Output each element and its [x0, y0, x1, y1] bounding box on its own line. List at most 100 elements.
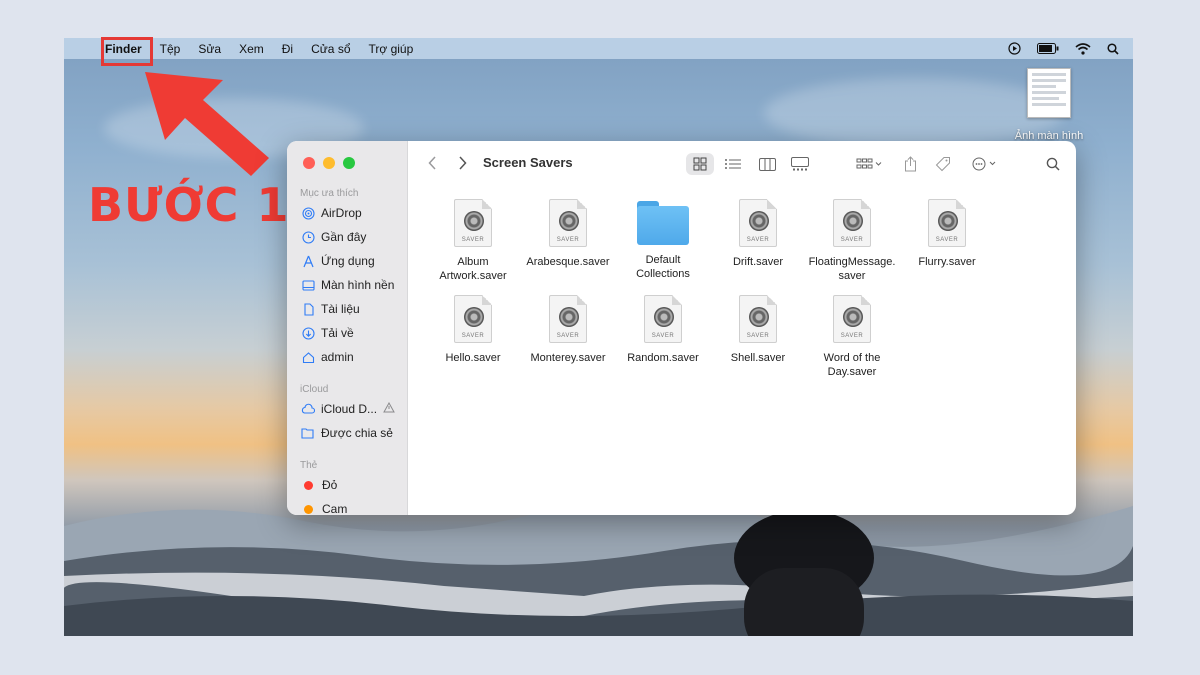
- search-icon[interactable]: [1042, 153, 1064, 175]
- play-icon[interactable]: [1008, 42, 1021, 55]
- file-item[interactable]: SAVER Hello.saver: [425, 295, 521, 365]
- status-icons: [1008, 42, 1133, 55]
- cloud-icon: [301, 402, 315, 416]
- gallery-view-button[interactable]: [788, 153, 812, 175]
- finder-toolbar: Screen Savers: [408, 141, 1076, 185]
- icon-view-button[interactable]: [686, 153, 714, 175]
- menu-go[interactable]: Đi: [273, 42, 302, 56]
- sidebar-item-label: Ứng dụng: [321, 254, 375, 268]
- finder-content: Screen Savers SAVER Album Artwork.saver …: [408, 141, 1076, 515]
- sidebar-item-label: Tải về: [321, 326, 354, 340]
- sidebar-tag-red[interactable]: Đỏ: [301, 478, 337, 492]
- file-item[interactable]: SAVER FloatingMessage. saver: [804, 199, 900, 283]
- sidebar-item-applications[interactable]: Ứng dụng: [301, 254, 375, 268]
- file-item[interactable]: SAVER Album Artwork.saver: [425, 199, 521, 283]
- file-item[interactable]: SAVER Arabesque.saver: [520, 199, 616, 269]
- file-name: FloatingMessage. saver: [808, 256, 896, 282]
- saver-file-icon: SAVER: [739, 295, 777, 343]
- saver-file-icon: SAVER: [833, 295, 871, 343]
- folder-icon: [637, 201, 689, 245]
- sidebar-item-shared[interactable]: Được chia sẻ: [301, 426, 393, 440]
- file-name: Monterey.saver: [530, 352, 606, 364]
- icloud-section-title: iCloud: [300, 384, 329, 395]
- zoom-button[interactable]: [343, 157, 355, 169]
- orange-tag-icon: [304, 504, 313, 514]
- sidebar-item-label: Tài liệu: [321, 302, 360, 316]
- finder-sidebar: Mục ưa thích AirDrop Gần đây Ứng dụng Mà…: [287, 141, 408, 515]
- sidebar-item-recents[interactable]: Gần đây: [301, 230, 366, 244]
- saver-file-icon: SAVER: [549, 295, 587, 343]
- sidebar-item-label: iCloud D...: [321, 402, 378, 416]
- menu-window[interactable]: Cửa sổ: [302, 42, 359, 56]
- saver-file-icon: SAVER: [644, 295, 682, 343]
- file-item[interactable]: SAVER Word of the Day.saver: [804, 295, 900, 379]
- sidebar-item-label: Đỏ: [322, 478, 338, 492]
- clock-icon: [301, 230, 315, 244]
- file-name: Album Artwork.saver: [439, 256, 507, 282]
- file-item[interactable]: SAVER Flurry.saver: [899, 199, 995, 269]
- window-controls: [303, 157, 355, 169]
- sidebar-item-desktop[interactable]: Màn hình nền: [301, 278, 394, 292]
- red-tag-icon: [304, 480, 313, 490]
- menu-view[interactable]: Xem: [230, 42, 273, 56]
- shared-folder-icon: [301, 426, 315, 440]
- desktop-file-icon[interactable]: Ảnh màn hình: [994, 68, 1104, 142]
- tags-section-title: Thẻ: [300, 460, 318, 471]
- saver-file-icon: SAVER: [739, 199, 777, 247]
- sidebar-item-downloads[interactable]: Tải về: [301, 326, 354, 340]
- favorites-section-title: Mục ưa thích: [300, 188, 359, 199]
- file-name: Flurry.saver: [918, 256, 976, 268]
- back-button[interactable]: [424, 153, 440, 173]
- share-icon[interactable]: [900, 153, 920, 175]
- person-silhouette: [734, 510, 874, 636]
- battery-icon[interactable]: [1037, 43, 1059, 54]
- wifi-icon[interactable]: [1075, 42, 1091, 55]
- list-view-button[interactable]: [722, 153, 744, 175]
- file-name: Arabesque.saver: [526, 256, 610, 268]
- file-name: Random.saver: [627, 352, 699, 364]
- sidebar-tag-orange[interactable]: Cam: [301, 502, 347, 515]
- minimize-button[interactable]: [323, 157, 335, 169]
- forward-button[interactable]: [454, 153, 470, 173]
- more-actions-button[interactable]: [970, 153, 1002, 175]
- menu-help[interactable]: Trợ giúp: [360, 42, 423, 56]
- file-name: Shell.saver: [730, 352, 786, 364]
- saver-file-icon: SAVER: [928, 199, 966, 247]
- saver-file-icon: SAVER: [833, 199, 871, 247]
- sidebar-item-label: Gần đây: [321, 230, 367, 244]
- group-by-button[interactable]: [852, 153, 886, 175]
- column-view-button[interactable]: [756, 153, 778, 175]
- step-label: BƯỚC 1: [88, 178, 290, 232]
- finder-window: Mục ưa thích AirDrop Gần đây Ứng dụng Mà…: [287, 141, 1076, 515]
- sidebar-item-label: Màn hình nền: [321, 278, 395, 292]
- menu-edit[interactable]: Sửa: [189, 42, 230, 56]
- spotlight-search-icon[interactable]: [1107, 42, 1119, 55]
- file-name: Drift.saver: [732, 256, 784, 268]
- window-title: Screen Savers: [483, 155, 573, 170]
- screenshot-thumbnail: [1027, 68, 1071, 118]
- saver-file-icon: SAVER: [454, 199, 492, 247]
- file-item[interactable]: Default Collections: [615, 199, 711, 281]
- finder-highlight-box: [101, 37, 153, 66]
- file-item[interactable]: SAVER Random.saver: [615, 295, 711, 365]
- saver-file-icon: SAVER: [454, 295, 492, 343]
- document-icon: [301, 302, 315, 316]
- sidebar-item-home[interactable]: admin: [301, 350, 354, 364]
- file-name: Default Collections: [636, 254, 690, 280]
- sidebar-item-label: admin: [321, 350, 354, 364]
- sidebar-item-label: Được chia sẻ: [321, 426, 393, 440]
- file-name: Hello.saver: [445, 352, 501, 364]
- sidebar-item-airdrop[interactable]: AirDrop: [301, 206, 362, 220]
- sidebar-item-icloud-drive[interactable]: iCloud D...: [301, 401, 395, 416]
- airdrop-icon: [301, 206, 315, 220]
- file-item[interactable]: SAVER Drift.saver: [710, 199, 806, 269]
- sidebar-item-documents[interactable]: Tài liệu: [301, 302, 360, 316]
- sidebar-item-label: AirDrop: [321, 206, 362, 220]
- file-item[interactable]: SAVER Shell.saver: [710, 295, 806, 365]
- download-icon: [301, 326, 315, 340]
- file-name: Word of the Day.saver: [823, 352, 881, 378]
- close-button[interactable]: [303, 157, 315, 169]
- tag-icon[interactable]: [932, 153, 954, 175]
- menu-file[interactable]: Tệp: [151, 42, 190, 56]
- file-item[interactable]: SAVER Monterey.saver: [520, 295, 616, 365]
